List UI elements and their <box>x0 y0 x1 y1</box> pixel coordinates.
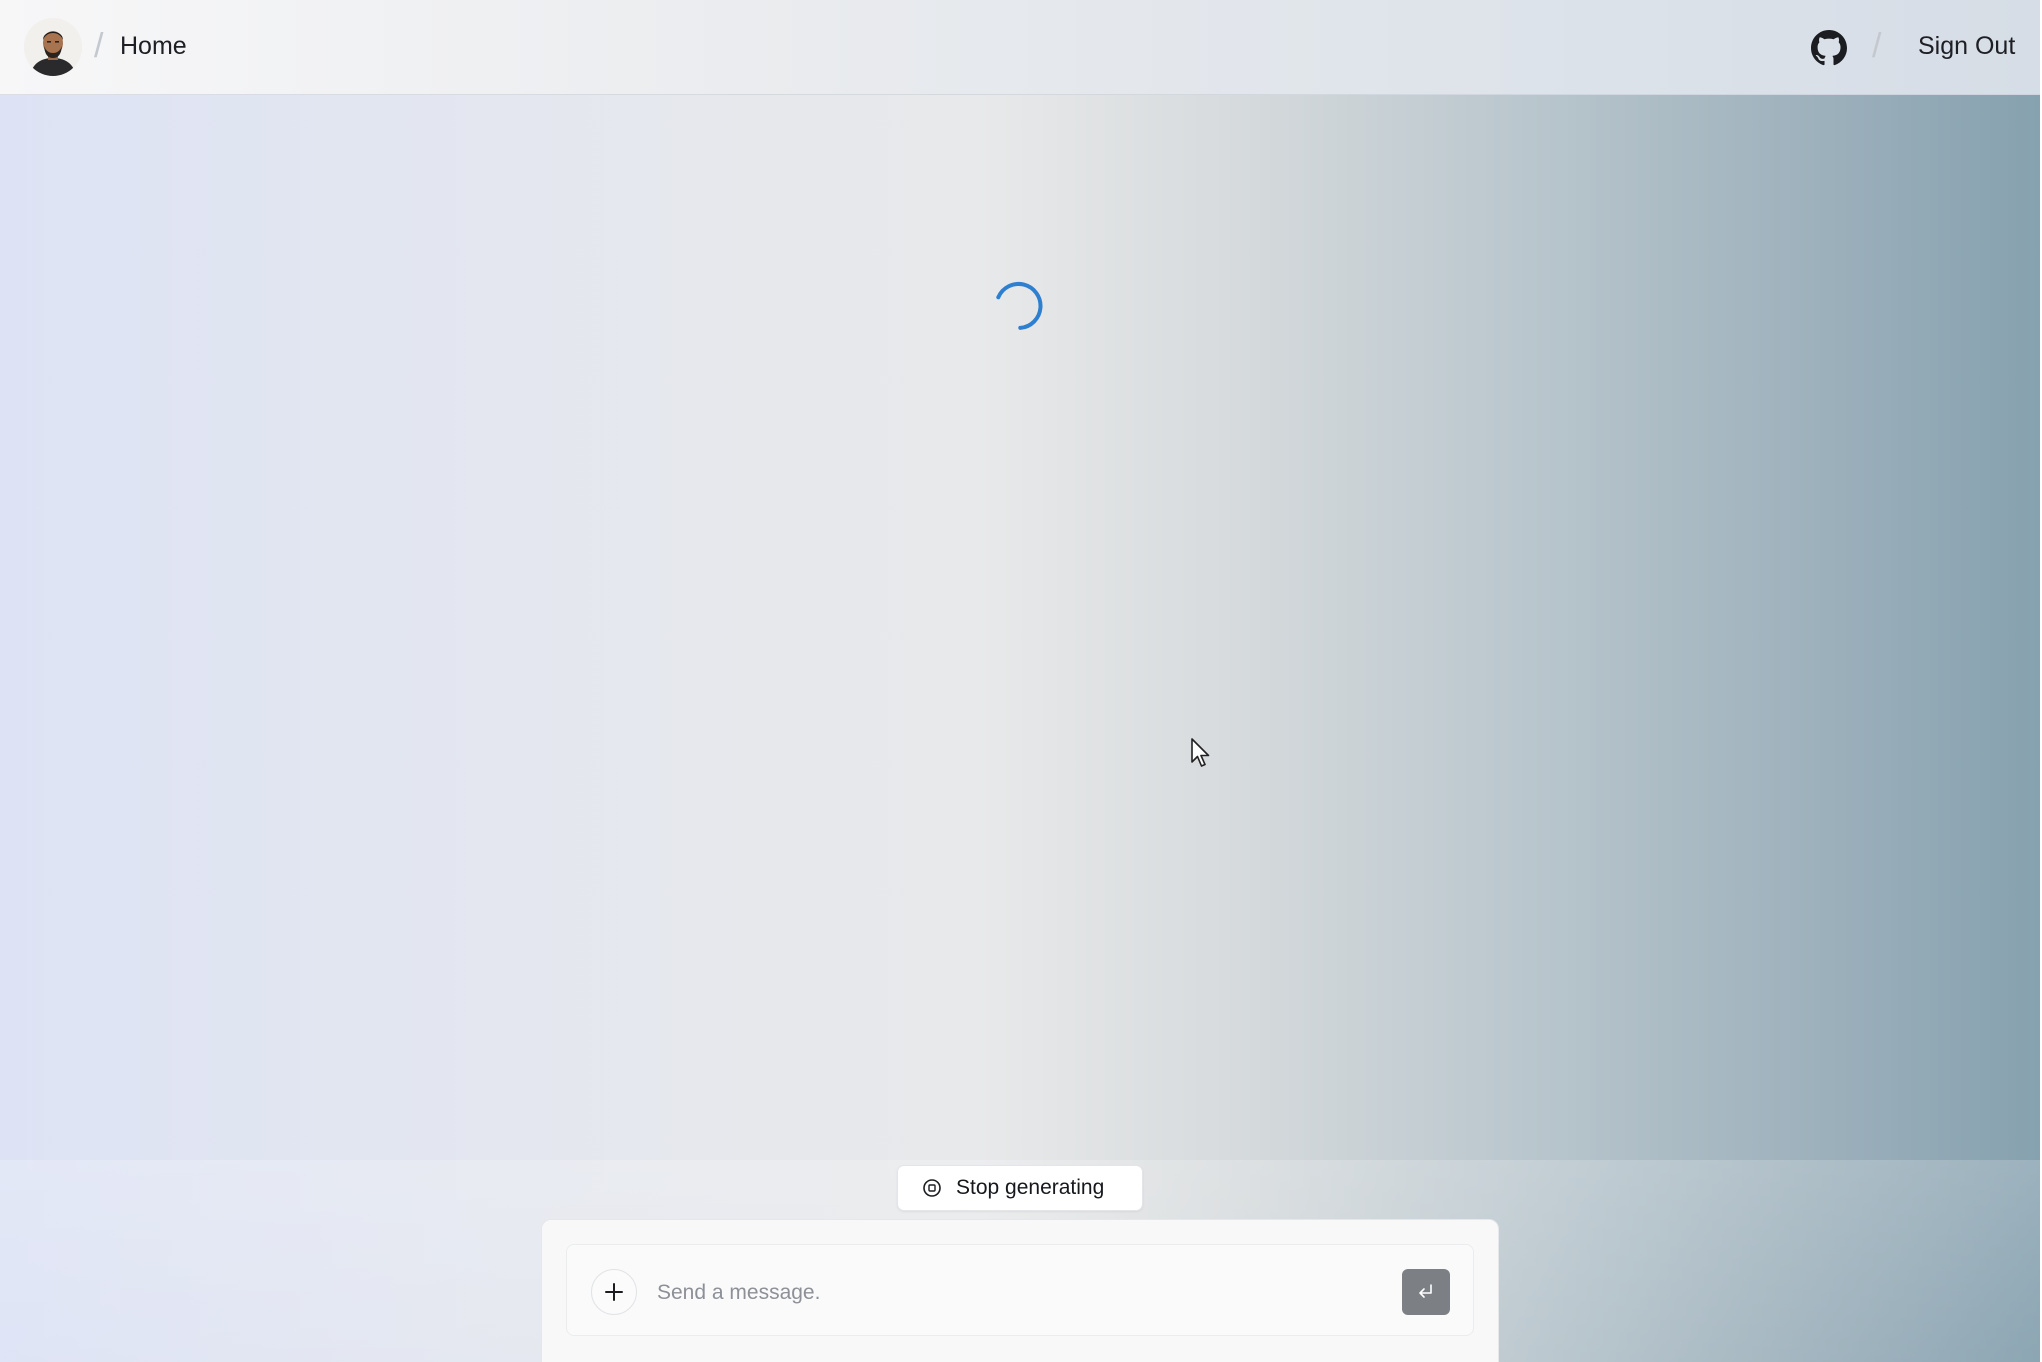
add-button[interactable] <box>591 1269 637 1315</box>
breadcrumb-home[interactable]: Home <box>120 30 187 62</box>
sign-out-button[interactable]: Sign Out <box>1918 30 2015 62</box>
github-icon[interactable] <box>1811 30 1847 66</box>
enter-icon <box>1419 1284 1432 1298</box>
message-composer <box>541 1219 1499 1362</box>
mouse-pointer-icon <box>1191 738 1210 767</box>
user-avatar[interactable] <box>24 18 82 76</box>
stop-generating-button[interactable]: Stop generating <box>897 1165 1143 1211</box>
app-page: / Home / Sign Out Stop generating <box>0 0 2042 1362</box>
header-separator: / <box>1872 27 1882 65</box>
message-input[interactable] <box>655 1272 1359 1314</box>
composer-field <box>566 1244 1474 1336</box>
stop-generating-label: Stop generating <box>956 1176 1105 1199</box>
top-bar: / Home / Sign Out <box>0 0 2040 95</box>
spinner-icon <box>996 282 1043 330</box>
stop-circle-icon <box>923 1179 941 1197</box>
breadcrumb-separator: / <box>94 27 104 65</box>
send-button[interactable] <box>1402 1269 1450 1315</box>
plus-icon <box>605 1283 623 1301</box>
